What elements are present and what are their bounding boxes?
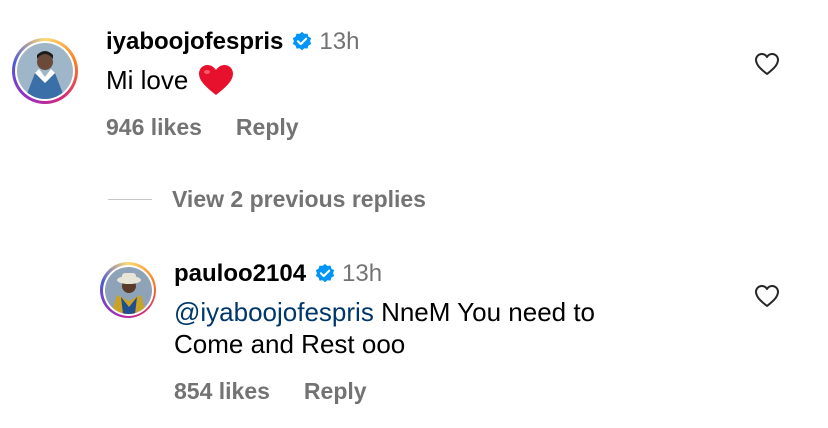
avatar-2[interactable] (100, 262, 156, 318)
heart-outline-icon[interactable] (754, 52, 780, 76)
comment-username[interactable]: iyaboojofespris (106, 28, 283, 56)
comment-username[interactable]: pauloo2104 (174, 260, 306, 288)
red-heart-emoji (198, 64, 234, 96)
comment-time: 13h (319, 28, 360, 55)
likes-count[interactable]: 854 likes (174, 378, 270, 405)
reply-button[interactable]: Reply (304, 378, 367, 405)
view-replies-label[interactable]: View 2 previous replies (172, 186, 426, 213)
comment-time: 13h (342, 260, 383, 287)
comment-body-line2: Come and Rest ooo (174, 329, 406, 359)
avatar-1[interactable] (12, 38, 78, 104)
verified-badge-icon (314, 263, 336, 285)
likes-count[interactable]: 946 likes (106, 114, 202, 141)
comment-body-line1: NneM You need to (381, 297, 596, 327)
reply-button[interactable]: Reply (236, 114, 299, 141)
comment-body: Mi love (106, 65, 189, 95)
mention-link[interactable]: @iyaboojofespris (174, 297, 374, 327)
heart-outline-icon[interactable] (754, 284, 780, 308)
verified-badge-icon (291, 31, 313, 53)
view-previous-replies[interactable]: View 2 previous replies (108, 186, 426, 213)
comment-text: Mi love (106, 64, 234, 96)
divider-line (108, 199, 152, 200)
comment-text: @iyaboojofespris NneM You need to Come a… (174, 296, 734, 360)
